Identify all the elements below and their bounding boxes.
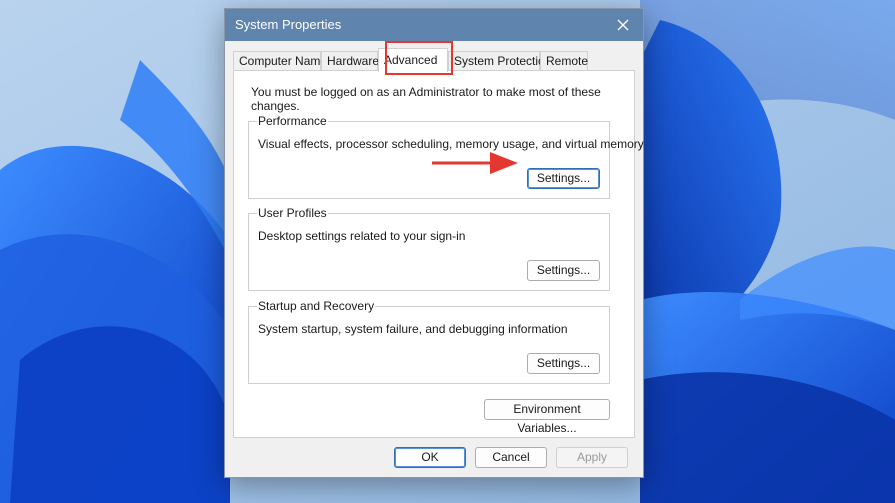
tab-remote[interactable]: Remote xyxy=(540,51,588,70)
cancel-button[interactable]: Cancel xyxy=(475,447,547,468)
user-profiles-description: Desktop settings related to your sign-in xyxy=(258,229,466,243)
tab-hardware[interactable]: Hardware xyxy=(321,51,379,70)
close-icon xyxy=(617,19,629,31)
performance-group-label: Performance xyxy=(257,114,328,128)
performance-settings-button[interactable]: Settings... xyxy=(527,168,600,189)
tab-system-protection[interactable]: System Protection xyxy=(448,51,551,70)
close-button[interactable] xyxy=(603,9,643,41)
tab-advanced[interactable]: Advanced xyxy=(378,48,448,72)
user-profiles-settings-button[interactable]: Settings... xyxy=(527,260,600,281)
startup-recovery-group: Startup and Recovery System startup, sys… xyxy=(248,299,610,384)
title-bar[interactable]: System Properties xyxy=(225,9,643,41)
ok-button[interactable]: OK xyxy=(394,447,466,468)
admin-note: You must be logged on as an Administrato… xyxy=(251,85,601,113)
performance-group: Performance Visual effects, processor sc… xyxy=(248,114,644,199)
environment-variables-button[interactable]: Environment Variables... xyxy=(484,399,610,435)
apply-button[interactable]: Apply xyxy=(556,447,628,468)
user-profiles-group: User Profiles Desktop settings related t… xyxy=(248,206,610,291)
system-properties-dialog: System Properties Computer Name Hardware… xyxy=(224,8,644,478)
tab-strip: Computer Name Hardware Advanced System P… xyxy=(233,41,635,75)
startup-recovery-settings-button[interactable]: Settings... xyxy=(527,353,600,374)
tab-computer-name[interactable]: Computer Name xyxy=(233,51,327,70)
arrow-right-icon xyxy=(432,152,518,174)
dialog-title: System Properties xyxy=(235,17,342,32)
performance-description: Visual effects, processor scheduling, me… xyxy=(258,137,644,151)
user-profiles-group-label: User Profiles xyxy=(257,206,328,220)
startup-recovery-group-label: Startup and Recovery xyxy=(257,299,376,313)
advanced-tab-panel: You must be logged on as an Administrato… xyxy=(233,70,644,438)
startup-recovery-description: System startup, system failure, and debu… xyxy=(258,322,568,336)
